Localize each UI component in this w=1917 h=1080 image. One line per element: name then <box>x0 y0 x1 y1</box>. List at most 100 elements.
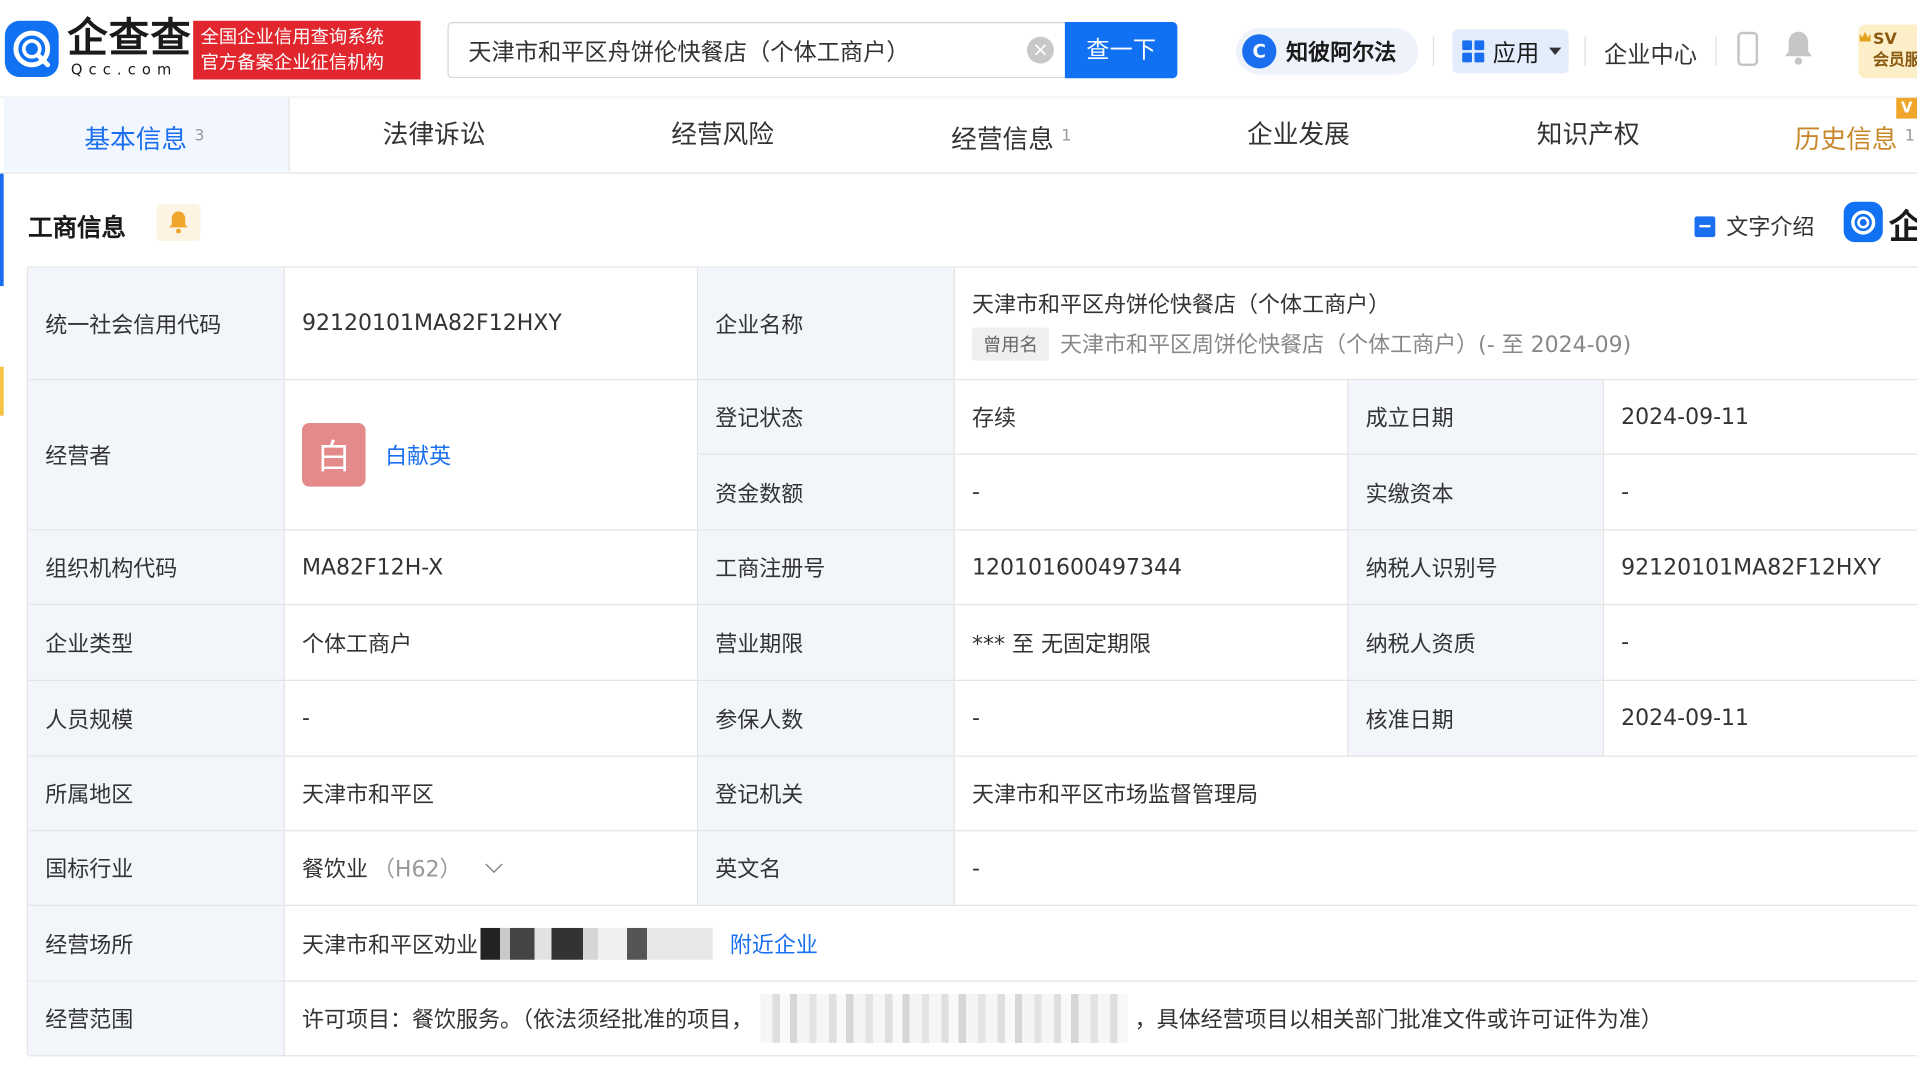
section-title: 工商信息 <box>28 212 126 243</box>
label-industry: 国标行业 <box>28 831 285 906</box>
industry-name: 餐饮业 <box>301 857 369 883</box>
value-term: *** 至 无固定期限 <box>954 605 1349 681</box>
company-name: 天津市和平区舟饼伦快餐店（个体工商户） <box>971 291 1391 318</box>
value-en-name: - <box>954 831 1917 906</box>
label-term: 营业期限 <box>698 605 955 681</box>
credit-badge: 全国企业信用查询系统 官方备案企业征信机构 <box>193 20 421 80</box>
apps-menu-button[interactable]: 应用 <box>1452 29 1569 74</box>
label-address: 经营场所 <box>28 905 285 982</box>
divider <box>1432 36 1435 67</box>
left-accent-bar-yellow <box>0 366 4 416</box>
logo-text: 企查查 <box>67 13 192 62</box>
apps-label: 应用 <box>1492 39 1540 67</box>
label-operator: 经营者 <box>28 380 285 531</box>
qcc-logo-icon[interactable] <box>4 20 59 78</box>
tab-label: 知识产权 <box>1536 119 1640 150</box>
label-org-code: 组织机构代码 <box>28 530 285 606</box>
zhibi-logo-icon: C <box>1242 34 1277 69</box>
value-credit-code: 92120101MA82F12HXY <box>284 267 699 381</box>
value-address-cell: 天津市和平区劝业 附近企业 <box>284 906 1917 982</box>
zhibi-alpha-button[interactable]: C 知彼阿尔法 <box>1236 28 1419 75</box>
search-button[interactable]: 查一下 <box>1064 22 1178 79</box>
value-taxpayer-id: 92120101MA82F12HXY <box>1604 531 1917 606</box>
value-biz-reg-no: 120101600497344 <box>954 530 1349 606</box>
search-input[interactable] <box>447 22 1067 79</box>
subscribe-bell-icon[interactable] <box>156 204 201 241</box>
value-region: 天津市和平区 <box>284 756 699 832</box>
label-approved: 核准日期 <box>1348 680 1605 757</box>
qcc-badge-text: 企 <box>1889 201 1917 250</box>
document-icon <box>1694 215 1716 237</box>
badge-line-2: 官方备案企业征信机构 <box>200 51 384 74</box>
svip-label: SV <box>1873 30 1897 49</box>
label-authority: 登记机关 <box>698 756 955 832</box>
tab-risk[interactable]: 经营风险 <box>671 98 774 171</box>
divider <box>1584 36 1586 67</box>
clear-search-icon[interactable]: × <box>1026 36 1054 64</box>
tab-operation[interactable]: 经营信息 1 <box>951 98 1071 171</box>
label-taxpayer-id: 纳税人识别号 <box>1348 530 1605 606</box>
label-insured: 参保人数 <box>698 680 955 757</box>
label-biz-reg-no: 工商注册号 <box>698 530 955 606</box>
avatar[interactable]: 白 <box>301 423 366 487</box>
qcc-badge-icon[interactable] <box>1843 201 1883 243</box>
tab-development[interactable]: 企业发展 <box>1247 98 1350 171</box>
tab-basic-info[interactable]: 基本信息 3 <box>3 97 290 172</box>
top-header: 企查查 Qcc.com 全国企业信用查询系统 官方备案企业征信机构 × 查一下 … <box>0 0 1917 98</box>
operator-name-link[interactable]: 白献英 <box>385 439 451 471</box>
redacted-scope <box>760 993 1128 1043</box>
tab-label: 法律诉讼 <box>382 119 486 150</box>
tab-count: 1 <box>1904 127 1915 146</box>
value-authority: 天津市和平区市场监督管理局 <box>954 757 1917 832</box>
label-founded: 成立日期 <box>1348 380 1605 455</box>
value-org-code: MA82F12H-X <box>284 530 699 606</box>
value-scope-cell: 许可项目：餐饮服务。（依法须经批准的项目， ，具体经营项目以相关部门批准文件或许… <box>284 982 1917 1057</box>
tab-count: 1 <box>1061 127 1072 146</box>
vip-tag: V <box>1896 97 1917 119</box>
address-text: 天津市和平区劝业 <box>301 932 479 958</box>
former-name-tag: 曾用名 <box>971 327 1050 361</box>
page-root: 企查查 Qcc.com 全国企业信用查询系统 官方备案企业征信机构 × 查一下 … <box>0 0 1917 1078</box>
label-en-name: 英文名 <box>698 831 955 906</box>
label-scope: 经营范围 <box>28 981 285 1057</box>
enterprise-center-link[interactable]: 企业中心 <box>1604 37 1697 70</box>
svip-sublabel: 会员服 <box>1873 51 1917 70</box>
notification-bell-icon[interactable] <box>1784 29 1813 71</box>
tab-label: 经营风险 <box>671 119 774 150</box>
badge-line-1: 全国企业信用查询系统 <box>200 25 384 48</box>
nearby-companies-link[interactable]: 附近企业 <box>730 927 818 959</box>
svip-member-button[interactable]: SV 会员服 <box>1858 24 1917 79</box>
section-tabs: 基本信息 3 法律诉讼 经营风险 经营信息 1 企业发展 知识产权 历史信息 1 <box>0 97 1917 174</box>
text-intro-button[interactable]: 文字介绍 <box>1694 210 1814 242</box>
label-reg-status: 登记状态 <box>698 380 955 455</box>
former-name: 天津市和平区周饼伦快餐店（个体工商户）(- 至 2024-09) <box>1060 332 1632 359</box>
label-credit-code: 统一社会信用代码 <box>28 267 285 381</box>
value-tax-qual: - <box>1604 605 1917 681</box>
logo-subtext: Qcc.com <box>70 61 178 79</box>
value-founded: 2024-09-11 <box>1604 380 1917 455</box>
business-info-table: 统一社会信用代码 92120101MA82F12HXY 企业名称 天津市和平区舟… <box>26 266 1917 1057</box>
crown-icon <box>1859 31 1871 42</box>
redacted-address <box>480 927 713 960</box>
tab-label: 基本信息 <box>84 124 188 155</box>
value-industry-cell: 餐饮业 （H62） <box>284 831 699 906</box>
divider <box>1715 36 1717 67</box>
label-region: 所属地区 <box>28 756 285 832</box>
label-company-name: 企业名称 <box>698 267 955 381</box>
tab-label: 企业发展 <box>1247 119 1350 150</box>
tab-count: 3 <box>194 127 205 146</box>
value-capital: - <box>954 454 1349 531</box>
chevron-down-icon[interactable] <box>485 855 504 874</box>
tab-label: 经营信息 <box>951 124 1054 155</box>
scope-text-end: ，具体经营项目以相关部门批准文件或许可证件为准） <box>1134 1007 1663 1034</box>
tab-ip[interactable]: 知识产权 <box>1537 98 1640 171</box>
label-tax-qual: 纳税人资质 <box>1348 605 1605 681</box>
label-staff: 人员规模 <box>28 680 285 757</box>
tab-legal[interactable]: 法律诉讼 <box>383 98 486 171</box>
value-approved: 2024-09-11 <box>1604 681 1917 757</box>
label-paid-capital: 实缴资本 <box>1348 454 1605 531</box>
label-type: 企业类型 <box>28 605 285 681</box>
apps-grid-icon <box>1462 40 1485 63</box>
value-company-name-cell: 天津市和平区舟饼伦快餐店（个体工商户） 曾用名 天津市和平区周饼伦快餐店（个体工… <box>954 268 1917 381</box>
mobile-app-icon[interactable] <box>1737 31 1759 67</box>
